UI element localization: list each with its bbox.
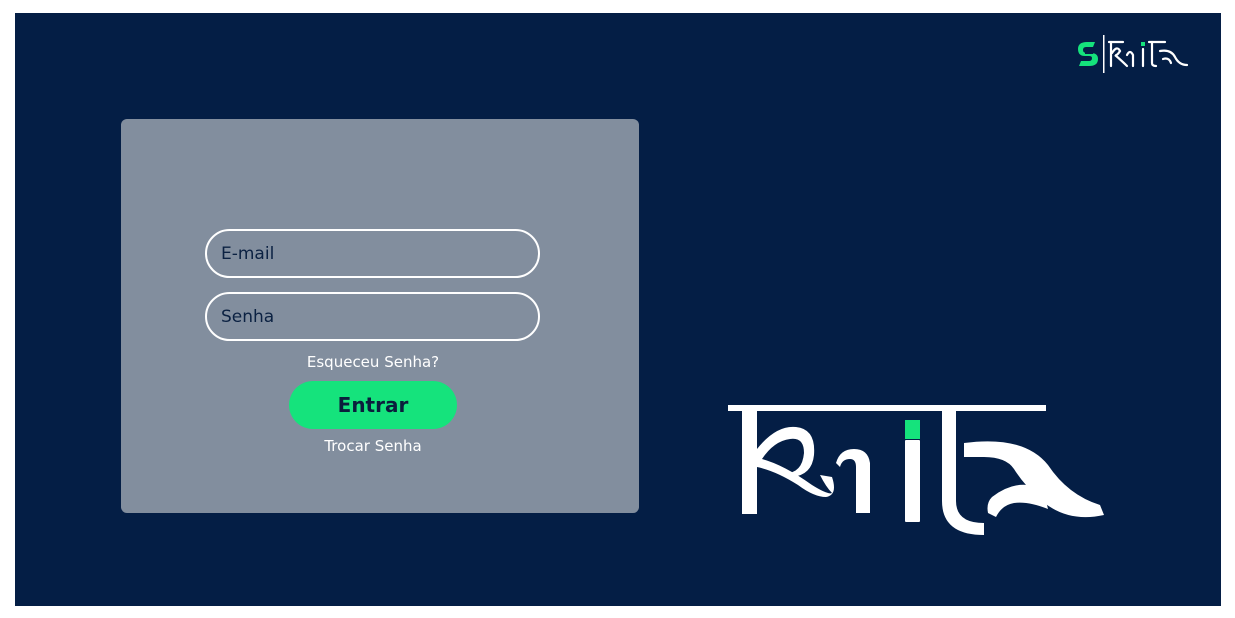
login-card: Esqueceu Senha? Entrar Trocar Senha	[121, 119, 639, 513]
email-field[interactable]	[205, 229, 540, 278]
login-screen: Esqueceu Senha? Entrar Trocar Senha	[15, 13, 1221, 606]
change-password-link[interactable]: Trocar Senha	[121, 437, 625, 455]
enter-button[interactable]: Entrar	[289, 381, 457, 429]
krita-large-logo	[728, 405, 1104, 535]
password-input[interactable]	[207, 294, 538, 339]
brand-mark-icon	[1078, 42, 1098, 66]
krita-small-logo	[1078, 35, 1189, 73]
password-field[interactable]	[205, 292, 540, 341]
forgot-password-link[interactable]: Esqueceu Senha?	[121, 353, 625, 371]
email-input[interactable]	[207, 231, 538, 276]
